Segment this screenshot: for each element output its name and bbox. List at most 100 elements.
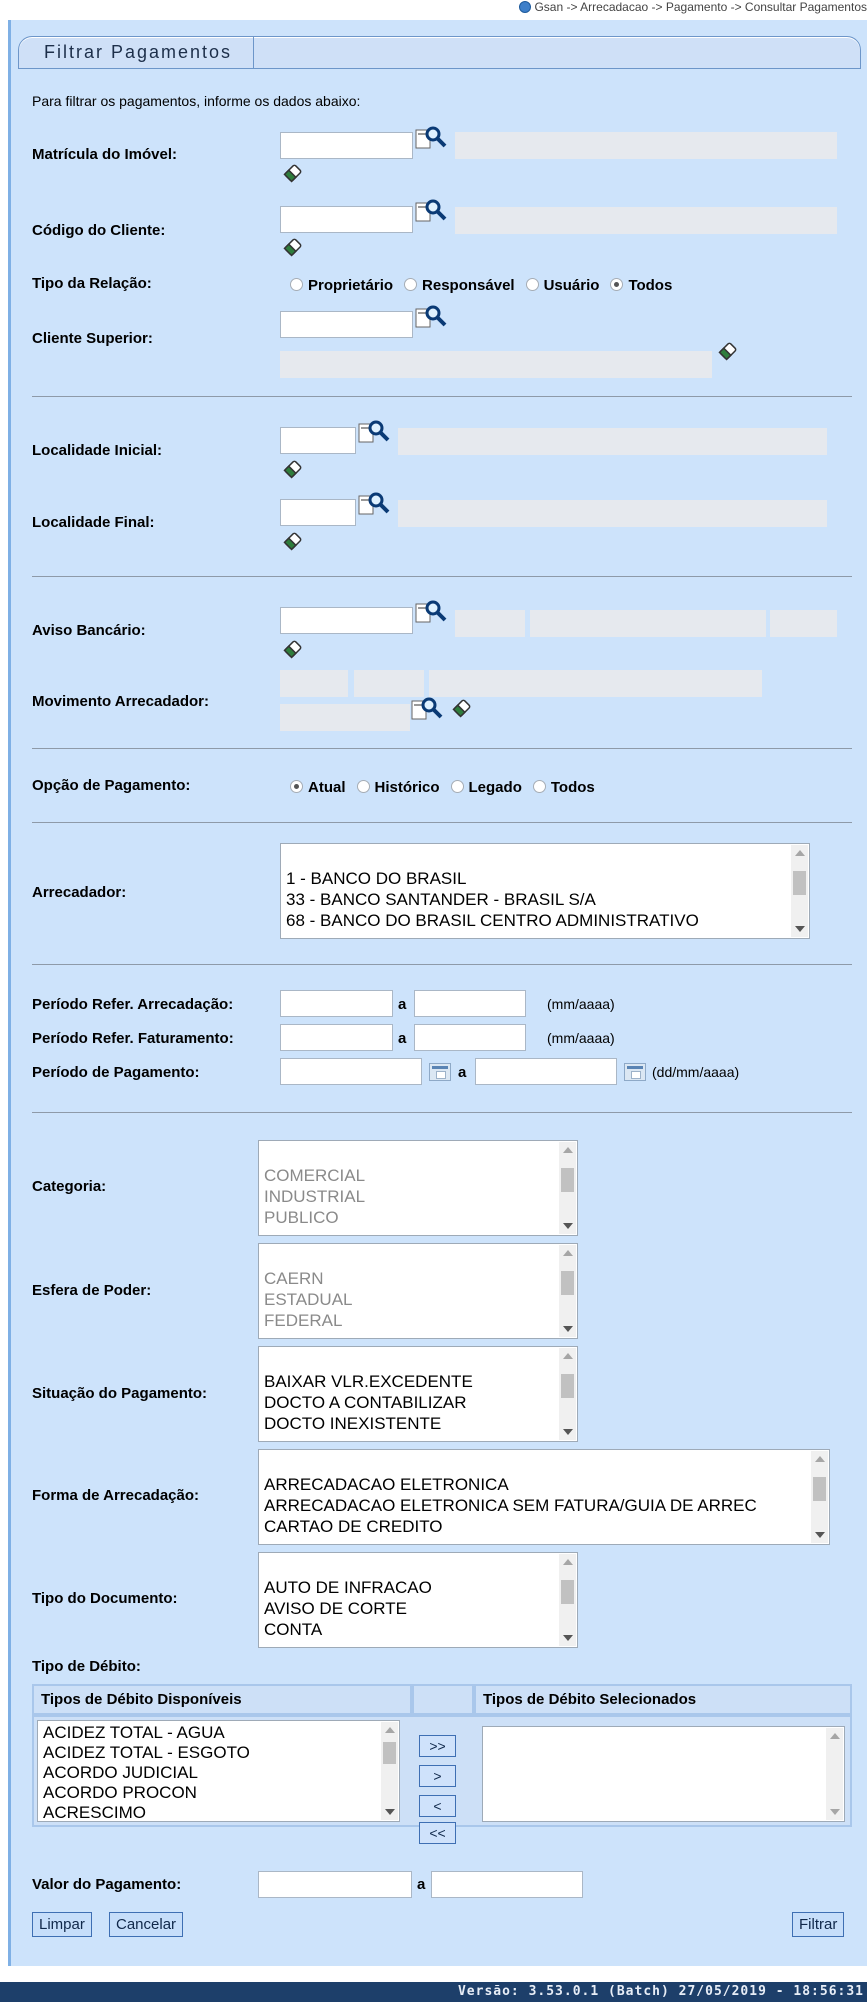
periodo-pagamento-fim[interactable] — [475, 1058, 617, 1085]
periodo-pagamento-inicio[interactable] — [280, 1058, 422, 1085]
scrollbar[interactable] — [559, 1245, 576, 1337]
radio-icon[interactable] — [450, 780, 464, 793]
version-footer: Versão: 3.53.0.1 (Batch) 27/05/2019 - 18… — [0, 1982, 867, 2002]
scrollbar[interactable] — [559, 1554, 576, 1646]
list-item[interactable]: 1 - BANCO DO BRASIL — [286, 868, 809, 889]
list-item[interactable]: ARRECADACAO ELETRONICA SEM FATURA/GUIA D… — [264, 1495, 829, 1516]
periodo-faturamento-fim[interactable] — [414, 1024, 526, 1051]
scrollbar[interactable] — [559, 1348, 576, 1440]
move-left-button[interactable]: < — [419, 1795, 456, 1817]
radio-icon[interactable] — [290, 780, 303, 793]
matricula-input[interactable] — [280, 132, 413, 159]
list-item[interactable]: AUTO DE INFRACAO — [264, 1577, 577, 1598]
filtrar-button[interactable]: Filtrar — [792, 1912, 845, 1937]
list-item[interactable]: ESTADUAL — [264, 1289, 577, 1310]
forma-label: Forma de Arrecadação: — [32, 1487, 200, 1504]
range-separator: a — [417, 1876, 426, 1893]
radio-icon[interactable] — [532, 780, 546, 793]
periodo-faturamento-inicio[interactable] — [280, 1024, 393, 1051]
situacao-listbox[interactable]: BAIXAR VLR.EXCEDENTE DOCTO A CONTABILIZAR… — [258, 1346, 578, 1442]
debitos-selecionados-listbox[interactable] — [482, 1726, 845, 1822]
scrollbar[interactable] — [559, 1142, 576, 1234]
search-icon[interactable] — [358, 418, 390, 446]
list-item[interactable]: BAIXAR VLR.EXCEDENTE — [264, 1371, 577, 1392]
arrecadador-listbox[interactable]: 1 - BANCO DO BRASIL 33 - BANCO SANTANDER … — [280, 843, 810, 939]
calendar-icon[interactable] — [429, 1063, 451, 1081]
list-item[interactable]: COMERCIAL — [264, 1165, 577, 1186]
move-all-left-button[interactable]: << — [419, 1822, 456, 1844]
list-item[interactable]: FEDERAL — [264, 1310, 577, 1331]
list-item[interactable]: DOCTO A CONTABILIZAR — [264, 1392, 577, 1413]
search-icon[interactable] — [415, 197, 447, 225]
list-item[interactable]: ACORDO PROCON — [43, 1783, 399, 1803]
radio-icon[interactable] — [290, 278, 303, 291]
search-icon[interactable] — [411, 695, 443, 723]
localidade-final-input[interactable] — [280, 499, 356, 526]
tipo-relacao-option[interactable]: Usuário — [525, 277, 599, 294]
list-item[interactable]: DOCTO INEXISTENTE — [264, 1413, 577, 1434]
move-right-button[interactable]: > — [419, 1765, 456, 1787]
list-item[interactable]: 33 - BANCO SANTANDER - BRASIL S/A — [286, 889, 809, 910]
eraser-icon[interactable] — [451, 697, 473, 719]
opcao-pagamento-option-label: Todos — [550, 779, 595, 796]
cliente-superior-input[interactable] — [280, 311, 413, 338]
aviso-bancario-input[interactable] — [280, 607, 413, 634]
calendar-icon[interactable] — [624, 1063, 646, 1081]
eraser-icon[interactable] — [717, 340, 739, 362]
list-item[interactable]: CARTAO DE CREDITO — [264, 1516, 829, 1537]
opcao-pagamento-option[interactable]: Legado — [450, 779, 522, 796]
esfera-listbox[interactable]: CAERN ESTADUAL FEDERAL — [258, 1243, 578, 1339]
valor-pagamento-fim[interactable] — [431, 1871, 583, 1898]
list-item[interactable]: ACRESCIMO — [43, 1803, 399, 1821]
localidade-inicial-input[interactable] — [280, 427, 356, 454]
scrollbar[interactable] — [381, 1722, 398, 1820]
categoria-listbox[interactable]: COMERCIAL INDUSTRIAL PUBLICO — [258, 1140, 578, 1236]
list-item[interactable]: ACORDO JUDICIAL — [43, 1763, 399, 1783]
scrollbar[interactable] — [791, 845, 808, 937]
search-icon[interactable] — [415, 598, 447, 626]
eraser-icon[interactable] — [282, 162, 304, 184]
tipo-relacao-option[interactable]: Responsável — [404, 277, 515, 294]
eraser-icon[interactable] — [282, 236, 304, 258]
periodo-arrecadacao-inicio[interactable] — [280, 990, 393, 1017]
list-item[interactable]: ACIDEZ TOTAL - AGUA — [43, 1723, 399, 1743]
periodo-arrecadacao-label: Período Refer. Arrecadação: — [32, 996, 234, 1013]
forma-listbox[interactable]: ARRECADACAO ELETRONICA ARRECADACAO ELETRO… — [258, 1449, 830, 1545]
opcao-pagamento-option[interactable]: Histórico — [356, 779, 440, 796]
radio-icon[interactable] — [404, 278, 418, 291]
opcao-pagamento-option[interactable]: Atual — [290, 779, 346, 796]
eraser-icon[interactable] — [282, 530, 304, 552]
search-icon[interactable] — [358, 490, 390, 518]
limpar-button[interactable]: Limpar — [32, 1912, 92, 1937]
tipo-debito-label: Tipo de Débito: — [32, 1658, 141, 1675]
eraser-icon[interactable] — [282, 638, 304, 660]
eraser-icon[interactable] — [282, 458, 304, 480]
opcao-pagamento-option[interactable]: Todos — [532, 779, 595, 796]
tipo-relacao-label: Tipo da Relação: — [32, 275, 152, 292]
list-item[interactable]: CAERN — [264, 1268, 577, 1289]
opcao-pagamento-option-label: Legado — [468, 779, 522, 796]
search-icon[interactable] — [415, 303, 447, 331]
scrollbar[interactable] — [811, 1451, 828, 1543]
list-item[interactable]: AVISO DE CORTE — [264, 1598, 577, 1619]
debitos-disponiveis-listbox[interactable]: ACIDEZ TOTAL - AGUA ACIDEZ TOTAL - ESGOTO… — [37, 1720, 400, 1822]
radio-icon[interactable] — [610, 278, 624, 291]
list-item[interactable]: ARRECADACAO ELETRONICA — [264, 1474, 829, 1495]
cancelar-button[interactable]: Cancelar — [109, 1912, 184, 1937]
cliente-input[interactable] — [280, 206, 413, 233]
list-item[interactable]: 68 - BANCO DO BRASIL CENTRO ADMINISTRATI… — [286, 910, 809, 931]
radio-icon[interactable] — [356, 780, 370, 793]
valor-pagamento-inicio[interactable] — [258, 1871, 412, 1898]
list-item[interactable]: PUBLICO — [264, 1207, 577, 1228]
scrollbar[interactable] — [826, 1728, 843, 1820]
tipo-relacao-option[interactable]: Proprietário — [290, 277, 393, 294]
periodo-arrecadacao-fim[interactable] — [414, 990, 526, 1017]
search-icon[interactable] — [415, 124, 447, 152]
list-item[interactable]: CONTA — [264, 1619, 577, 1640]
move-all-right-button[interactable]: >> — [419, 1735, 456, 1757]
list-item[interactable]: INDUSTRIAL — [264, 1186, 577, 1207]
list-item[interactable]: ACIDEZ TOTAL - ESGOTO — [43, 1743, 399, 1763]
tipo-documento-listbox[interactable]: AUTO DE INFRACAO AVISO DE CORTE CONTA — [258, 1552, 578, 1648]
radio-icon[interactable] — [525, 278, 539, 291]
tipo-relacao-option[interactable]: Todos — [610, 277, 672, 294]
